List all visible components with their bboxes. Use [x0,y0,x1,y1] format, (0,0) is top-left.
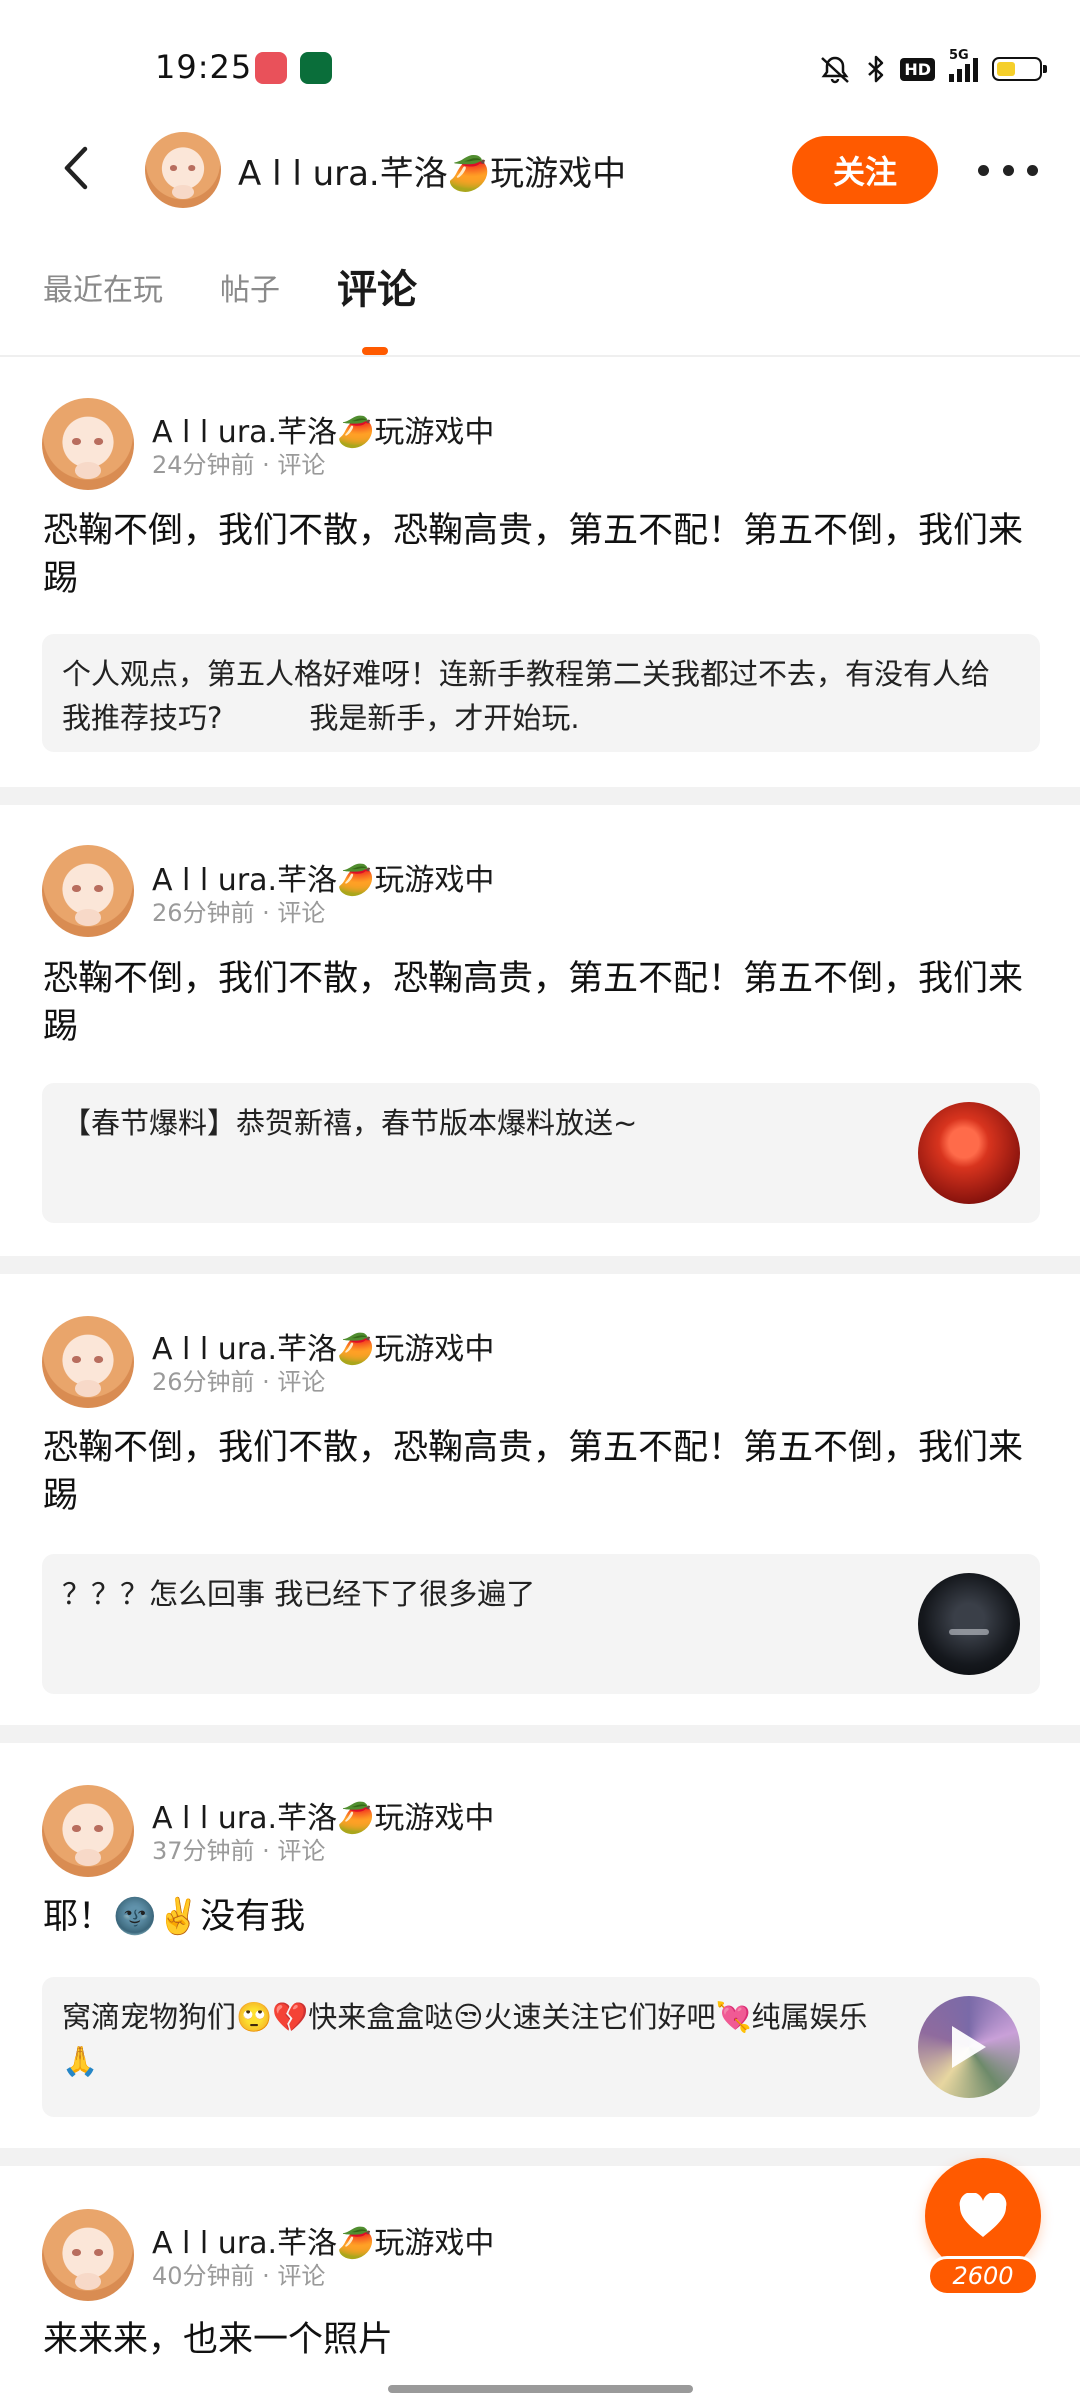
comment-text[interactable]: 恐鞠不倒，我们不散，恐鞠高贵，第五不配！第五不倒，我们来踢 [43,1424,1043,1520]
back-button[interactable] [48,140,104,196]
referenced-post-text: 【春节爆料】恭贺新禧，春节版本爆料放送~ [62,1106,638,1140]
status-time: 19:25 [155,48,253,86]
header-username: A l l ura.芊洛🥭玩游戏中 [238,154,627,194]
oppo-app-notification-icon [300,52,332,84]
referenced-post-text: 窝滴宠物狗们🙄💔快来盒盒哒😒火速关注它们好吧💘纯属娱乐🙏 [62,2000,868,2078]
comment-text[interactable]: 恐鞠不倒，我们不散，恐鞠高贵，第五不配！第五不倒，我们来踢 [43,955,1043,1051]
hd-badge: HD [900,57,935,81]
comment-text[interactable]: 耶！🌚✌️没有我 [43,1893,1043,1941]
card-separator [0,2148,1080,2166]
header-avatar[interactable] [145,132,221,208]
more-icon[interactable] [978,148,1038,192]
tab-recently-played[interactable]: 最近在玩 [43,265,163,309]
post-thumbnail [918,1102,1020,1204]
comment-card[interactable]: A l l ura.芊洛🥭玩游戏中 24分钟前 · 评论 恐鞠不倒，我们不散，恐… [0,357,1080,787]
tab-comments[interactable]: 评论 [337,257,417,315]
comment-text[interactable]: 恐鞠不倒，我们不散，恐鞠高贵，第五不配！第五不倒，我们来踢 [43,507,1043,603]
follow-button[interactable]: 关注 [792,136,938,204]
comment-card[interactable]: A l l ura.芊洛🥭玩游戏中 40分钟前 · 评论 来来来，也来一个照片 [0,2166,1080,2400]
tab-posts[interactable]: 帖子 [220,265,280,309]
referenced-post[interactable]: 窝滴宠物狗们🙄💔快来盒盒哒😒火速关注它们好吧💘纯属娱乐🙏 [42,1977,1040,2117]
referenced-post-text: 个人观点，第五人格好难呀！连新手教程第二关我都过不去，有没有人给我推荐技巧? 我… [62,657,991,735]
avatar[interactable] [42,1785,134,1877]
status-bar: 19:25 HD 5G [0,0,1080,135]
card-separator [0,1725,1080,1743]
signal-icon: 5G [949,48,978,82]
comment-meta: 40分钟前 · 评论 [152,2262,326,2290]
comment-meta: 37分钟前 · 评论 [152,1837,326,1865]
avatar[interactable] [42,845,134,937]
status-icons: HD 5G [818,48,1047,88]
heart-icon [959,2193,1007,2237]
avatar[interactable] [42,1316,134,1408]
comment-card[interactable]: A l l ura.芊洛🥭玩游戏中 26分钟前 · 评论 恐鞠不倒，我们不散，恐… [0,805,1080,1256]
play-icon [952,2026,986,2068]
comment-card[interactable]: A l l ura.芊洛🥭玩游戏中 37分钟前 · 评论 耶！🌚✌️没有我 窝滴… [0,1743,1080,2148]
active-tab-indicator [362,347,388,355]
referenced-post[interactable]: 【春节爆料】恭贺新禧，春节版本爆料放送~ [42,1083,1040,1223]
referenced-post-text: ？？？怎么回事 我已经下了很多遍了 [62,1577,536,1611]
battery-icon [992,57,1047,81]
comment-meta: 26分钟前 · 评论 [152,899,326,927]
card-separator [0,1256,1080,1274]
card-separator [0,787,1080,805]
comment-text[interactable]: 来来来，也来一个照片 [43,2316,1043,2364]
home-indicator[interactable] [388,2385,693,2393]
post-thumbnail [918,1996,1020,2098]
network-type-label: 5G [949,48,969,63]
music-app-notification-icon [255,52,287,84]
battery-level [997,62,1016,76]
avatar[interactable] [42,2209,134,2301]
profile-tabs: 最近在玩 帖子 评论 [0,255,1080,355]
referenced-post[interactable]: ？？？怎么回事 我已经下了很多遍了 [42,1554,1040,1694]
bluetooth-icon [866,54,886,84]
like-count: 2600 [927,2256,1039,2296]
comment-meta: 24分钟前 · 评论 [152,451,326,479]
avatar[interactable] [42,398,134,490]
back-arrow-icon [64,146,88,190]
profile-header: A l l ura.芊洛🥭玩游戏中 关注 [0,120,1080,220]
comment-card[interactable]: A l l ura.芊洛🥭玩游戏中 26分钟前 · 评论 恐鞠不倒，我们不散，恐… [0,1274,1080,1725]
post-thumbnail [918,1573,1020,1675]
comment-meta: 26分钟前 · 评论 [152,1368,326,1396]
referenced-post[interactable]: 个人观点，第五人格好难呀！连新手教程第二关我都过不去，有没有人给我推荐技巧? 我… [42,634,1040,752]
mute-icon [818,54,852,84]
